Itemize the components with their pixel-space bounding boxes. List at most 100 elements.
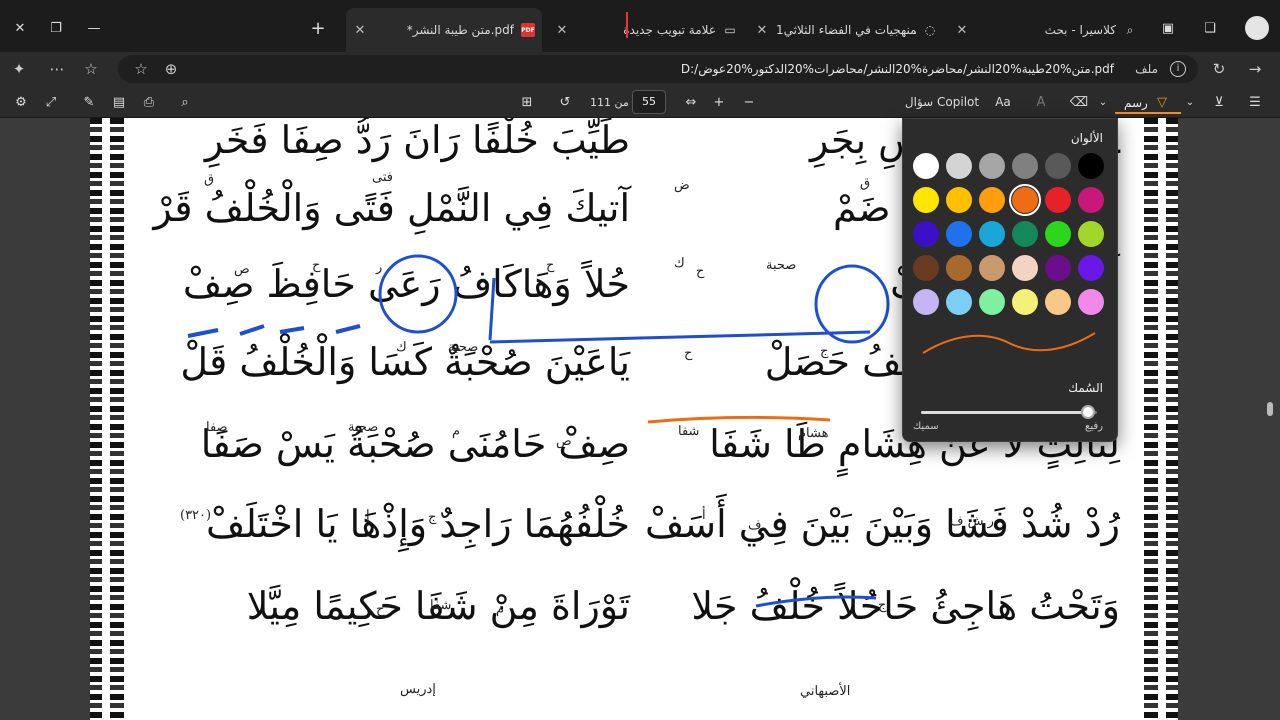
- tab-close-icon[interactable]: ✕: [948, 23, 976, 38]
- page-number-input[interactable]: 55: [632, 90, 666, 114]
- print-icon[interactable]: ⎙: [138, 91, 160, 113]
- info-icon[interactable]: i: [1170, 61, 1186, 77]
- color-swatch[interactable]: [1009, 184, 1041, 216]
- eraser-icon[interactable]: ⌫: [1068, 91, 1090, 113]
- color-swatch[interactable]: [979, 153, 1005, 179]
- thickness-min-label: سميك: [913, 421, 939, 432]
- color-swatch[interactable]: [1078, 187, 1104, 213]
- refresh-icon[interactable]: ↻: [1208, 58, 1230, 80]
- color-swatch[interactable]: [1078, 153, 1104, 179]
- contents-icon[interactable]: ☰: [1244, 91, 1266, 113]
- color-swatch[interactable]: [913, 153, 939, 179]
- fit-page-icon[interactable]: ⇔: [680, 91, 702, 113]
- marginal-annotation: م: [452, 424, 461, 439]
- more-options-icon[interactable]: ⋯: [46, 58, 68, 80]
- address-bar: ✦ ⋯ ☆ ☆ ⊕ D:/متن%20طيبة%20النشر/محاضرة%2…: [0, 52, 1280, 86]
- verse-left-hemistich: خُلْفُهُمَا رَاجِدٌ وَإِذْهَا يَا اخْتَل…: [205, 502, 630, 546]
- color-swatch[interactable]: [1045, 221, 1071, 247]
- tab-label: كلاسيرا - بحث: [1044, 23, 1116, 37]
- search-icon[interactable]: ⌕: [174, 91, 196, 113]
- color-swatch[interactable]: [1078, 221, 1104, 247]
- close-window-button[interactable]: ✕: [8, 16, 32, 40]
- marginal-annotation: الأصبهاني: [800, 684, 851, 699]
- tab-pdf[interactable]: ✕ *متن طيبة النشر.pdf PDF: [346, 8, 542, 52]
- new-tab-button[interactable]: +: [306, 16, 330, 40]
- color-swatch[interactable]: [979, 221, 1005, 247]
- color-swatch[interactable]: [1078, 289, 1104, 315]
- marginal-annotation: ك: [674, 256, 685, 271]
- zoom-out-button[interactable]: −: [738, 91, 760, 113]
- page-view-icon[interactable]: ⊞: [516, 91, 538, 113]
- marginal-annotation: ج: [820, 344, 829, 359]
- tab-actions-icon[interactable]: ▣: [1156, 16, 1180, 40]
- thickness-slider-thumb[interactable]: [1081, 405, 1096, 419]
- color-swatch[interactable]: [1045, 187, 1071, 213]
- color-swatch[interactable]: [1078, 255, 1104, 281]
- save-as-icon[interactable]: ✎: [78, 91, 100, 113]
- zoom-icon[interactable]: ⊕: [160, 58, 182, 80]
- color-swatch[interactable]: [1012, 221, 1038, 247]
- url-field[interactable]: ☆ ⊕ D:/متن%20طيبة%20النشر/محاضرة%20النشر…: [118, 55, 1198, 83]
- scrollbar[interactable]: [1265, 118, 1275, 720]
- color-swatch[interactable]: [979, 187, 1005, 213]
- copilot-icon[interactable]: ✦: [8, 58, 30, 80]
- save-icon[interactable]: ▤: [108, 91, 130, 113]
- color-swatch[interactable]: [1012, 255, 1038, 281]
- color-swatch[interactable]: [979, 255, 1005, 281]
- marginal-annotation: إدريس: [400, 682, 436, 697]
- thickness-slider-track[interactable]: [921, 411, 1097, 414]
- tab-close-icon[interactable]: ✕: [548, 23, 576, 38]
- color-swatch[interactable]: [913, 289, 939, 315]
- favorites-icon[interactable]: ☆: [80, 58, 102, 80]
- tab-search[interactable]: ✕ كلاسيرا - بحث ⌕: [948, 8, 1144, 52]
- color-swatch[interactable]: [913, 187, 939, 213]
- restore-window-button[interactable]: ❐: [44, 16, 68, 40]
- marginal-annotation: ك: [396, 340, 407, 355]
- loading-icon: ◌: [924, 23, 936, 37]
- color-swatch[interactable]: [979, 289, 1005, 315]
- marginal-annotation: شفا: [430, 598, 452, 613]
- zoom-in-button[interactable]: +: [708, 91, 730, 113]
- tab-new[interactable]: ✕ علامة تبويب جديدة ▭: [548, 8, 744, 52]
- color-swatch[interactable]: [1012, 153, 1038, 179]
- minimize-window-button[interactable]: —: [82, 16, 106, 40]
- workspaces-icon[interactable]: ❏: [1198, 16, 1222, 40]
- color-swatch[interactable]: [946, 153, 972, 179]
- rotate-icon[interactable]: ↺: [554, 91, 576, 113]
- color-swatch[interactable]: [946, 187, 972, 213]
- ask-copilot-button[interactable]: سؤال Copilot: [902, 91, 982, 113]
- settings-icon[interactable]: ⚙: [10, 91, 32, 113]
- color-swatch[interactable]: [1045, 153, 1071, 179]
- marginal-annotation: ف: [748, 518, 762, 533]
- thickness-title: السُمك: [1068, 381, 1103, 395]
- color-swatch[interactable]: [1045, 255, 1071, 281]
- tab-close-icon[interactable]: ✕: [748, 23, 776, 38]
- color-swatch[interactable]: [913, 221, 939, 247]
- color-swatch[interactable]: [1045, 289, 1071, 315]
- back-icon[interactable]: →: [1244, 58, 1266, 80]
- color-swatch[interactable]: [946, 221, 972, 247]
- add-favorite-icon[interactable]: ☆: [130, 58, 152, 80]
- color-swatch[interactable]: [913, 255, 939, 281]
- marginal-annotation: ح: [696, 264, 705, 279]
- page-total: من 111: [590, 96, 629, 109]
- highlighter-icon[interactable]: ⊻: [1208, 91, 1230, 113]
- fullscreen-icon[interactable]: ⤢: [40, 91, 62, 113]
- tab-label: علامة تبويب جديدة: [623, 23, 716, 37]
- highlight-chevron-icon[interactable]: ⌄: [1182, 91, 1198, 113]
- marginal-annotation: ح: [376, 602, 385, 617]
- text-icon[interactable]: A: [1030, 91, 1052, 113]
- color-swatch[interactable]: [946, 289, 972, 315]
- draw-label: رسم: [1124, 96, 1148, 110]
- color-swatch[interactable]: [1012, 289, 1038, 315]
- tab-close-icon[interactable]: ✕: [346, 23, 374, 38]
- color-swatch[interactable]: [946, 255, 972, 281]
- scroll-thumb[interactable]: [1267, 402, 1273, 416]
- draw-dropdown-chevron-icon[interactable]: ⌄: [1094, 91, 1112, 113]
- tab-methodologies[interactable]: ✕ المنهجيات في الفضاء الثلاثي1 ◌: [748, 8, 944, 52]
- marginal-annotation: ض: [674, 178, 690, 193]
- avatar[interactable]: [1245, 16, 1269, 40]
- thickness-max-label: رفيع: [1085, 421, 1103, 432]
- read-aloud-icon[interactable]: Aa: [992, 91, 1014, 113]
- drag-indicator: [626, 12, 628, 38]
